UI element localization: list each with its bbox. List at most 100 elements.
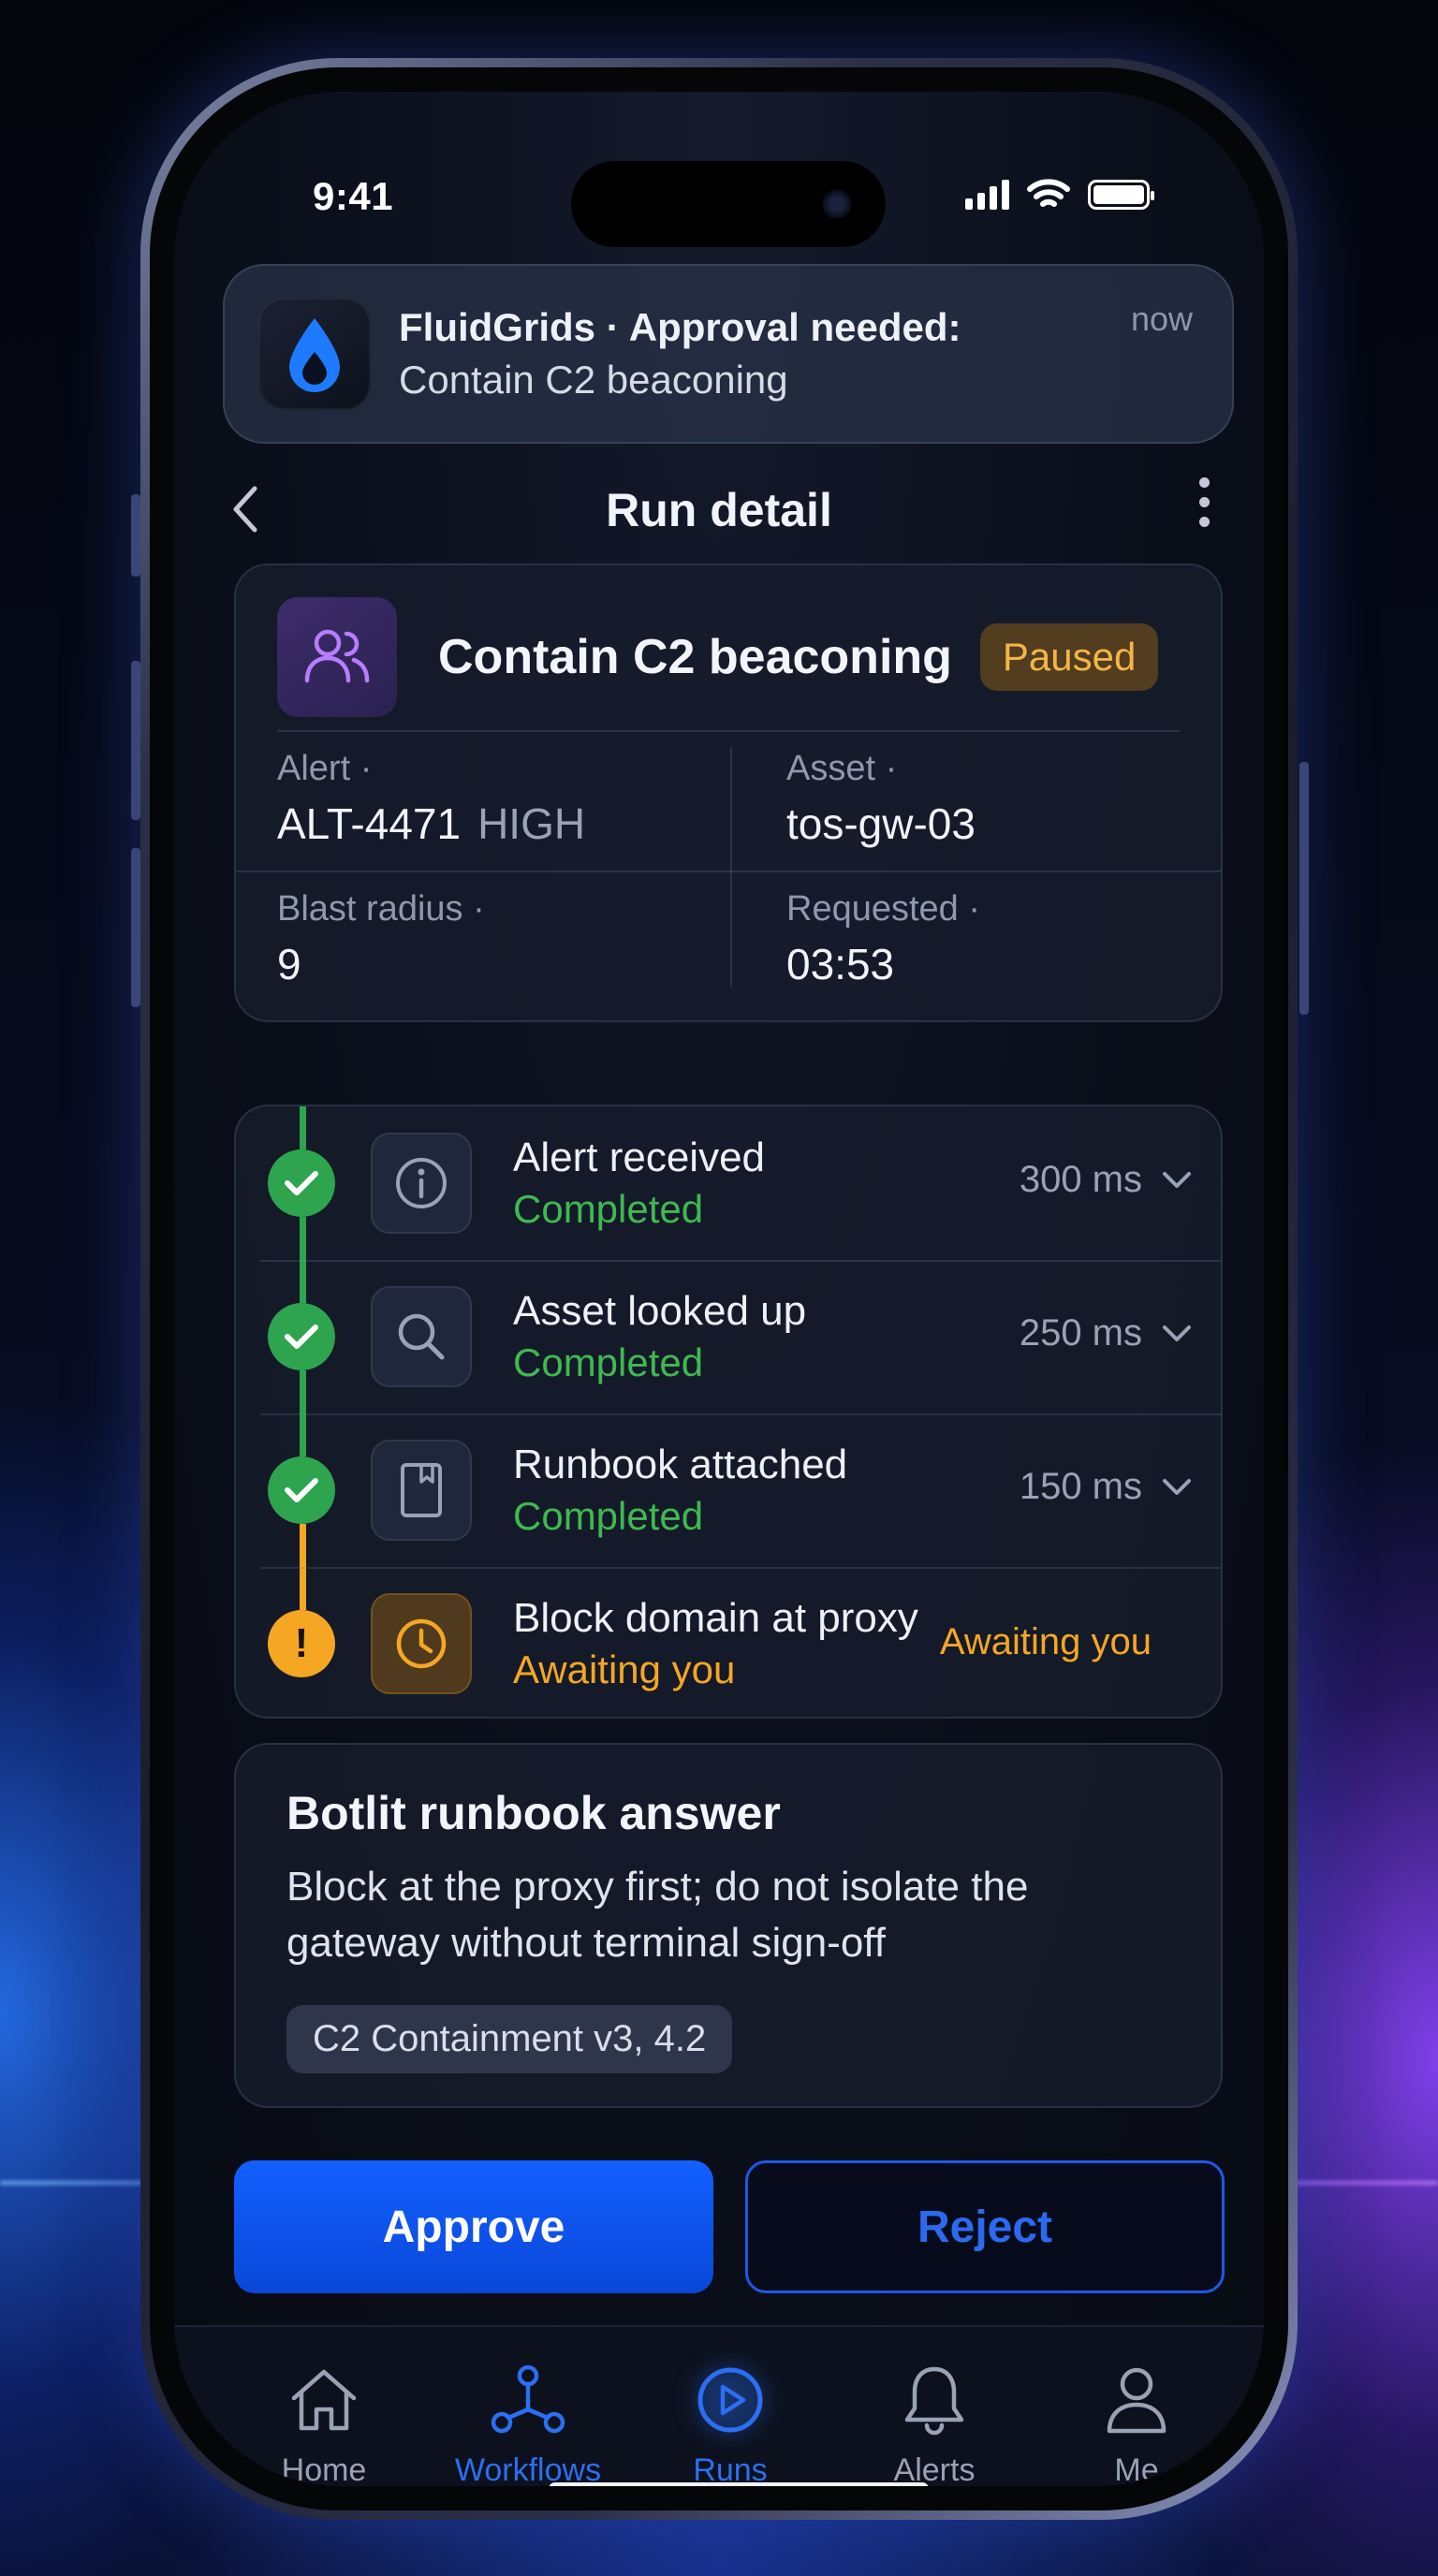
notification-time: now — [1130, 300, 1193, 338]
step-status: Completed — [513, 1187, 704, 1231]
play-icon — [637, 2361, 824, 2439]
step-name: Alert received — [513, 1134, 766, 1180]
tab-me[interactable]: Me — [1043, 2361, 1230, 2486]
check-icon — [268, 1149, 335, 1217]
step-duration-toggle[interactable]: 250 ms — [1020, 1312, 1193, 1354]
wifi-icon — [1027, 179, 1070, 207]
tab-label: Me — [1114, 2452, 1159, 2486]
requested-field: Requested · 03:53 — [786, 889, 980, 989]
person-icon — [1043, 2361, 1230, 2439]
droplet-icon — [289, 318, 340, 392]
step-row[interactable]: Runbook attached Completed 150 ms — [260, 1413, 1221, 1567]
check-icon — [268, 1456, 335, 1524]
tab-label: Workflows — [454, 2452, 602, 2486]
step-name: Runbook attached — [513, 1442, 848, 1487]
alert-value-row: ALT-4471 HIGH — [277, 798, 585, 849]
chevron-down-icon — [1163, 1325, 1191, 1341]
bell-icon — [841, 2361, 1028, 2439]
chevron-down-icon — [1163, 1171, 1191, 1188]
status-icons — [965, 178, 1154, 212]
chevron-down-icon — [1163, 1478, 1191, 1495]
book-icon — [371, 1440, 472, 1541]
phone-power-button — [1299, 762, 1309, 1015]
notification-title: FluidGrids · Approval needed: — [399, 305, 961, 349]
asset-field: Asset · tos-gw-03 — [786, 749, 976, 849]
phone-screen: 9:41 FluidGrids · Approval needed: Conta… — [174, 92, 1264, 2486]
check-icon — [268, 1303, 335, 1370]
asset-value: tos-gw-03 — [786, 799, 976, 848]
step-duration: 150 ms — [1019, 1466, 1142, 1507]
runbook-answer-card: Botlit runbook answer Block at the proxy… — [234, 1743, 1223, 2108]
status-badge: Paused — [979, 623, 1159, 691]
info-icon — [371, 1133, 472, 1234]
dynamic-island — [571, 161, 886, 247]
phone-frame: 9:41 FluidGrids · Approval needed: Conta… — [140, 58, 1298, 2520]
phone-volume-up — [131, 661, 140, 820]
more-dot — [1199, 497, 1210, 507]
step-duration: 250 ms — [1019, 1312, 1142, 1354]
cellular-signal-icon — [965, 180, 1009, 210]
runbook-citation-chip[interactable]: C2 Containment v3, 4.2 — [286, 2005, 733, 2073]
step-row[interactable]: Alert received Completed 300 ms — [260, 1106, 1221, 1260]
nav-bar: Run detail — [174, 476, 1264, 550]
home-indicator[interactable] — [549, 2482, 929, 2486]
step-name: Block domain at proxy — [513, 1595, 918, 1641]
alert-field: Alert · ALT-4471 HIGH — [277, 749, 585, 849]
notification-body: Contain C2 beaconing — [399, 358, 788, 402]
page-title: Run detail — [606, 484, 832, 536]
run-title: Contain C2 beaconing — [438, 630, 952, 684]
tab-label: Home — [281, 2452, 367, 2486]
blast-radius-field: Blast radius · 9 — [277, 889, 485, 989]
blast-radius-value: 9 — [277, 940, 301, 988]
runbook-body: Block at the proxy first; do not isolate… — [286, 1864, 1029, 1966]
tab-workflows[interactable]: Workflows — [434, 2361, 622, 2486]
divider — [730, 747, 732, 987]
search-icon — [371, 1286, 472, 1387]
home-icon — [230, 2361, 418, 2439]
runbook-title: Botlit runbook answer — [286, 1787, 781, 1839]
requested-value: 03:53 — [786, 940, 895, 988]
tab-bar: Home Workflows Runs Alerts Me — [174, 2325, 1264, 2486]
camera — [822, 189, 852, 219]
notification-text: FluidGrids · Approval needed: Contain C2… — [399, 301, 1198, 406]
exclamation-icon: ! — [268, 1610, 335, 1677]
clock-icon — [371, 1593, 472, 1694]
tab-label: Runs — [693, 2452, 768, 2486]
notification-banner[interactable]: FluidGrids · Approval needed: Contain C2… — [223, 264, 1234, 444]
tab-runs[interactable]: Runs — [637, 2361, 824, 2486]
step-status: Awaiting you — [513, 1647, 736, 1691]
more-options-button[interactable] — [1199, 477, 1210, 527]
step-name: Asset looked up — [513, 1288, 807, 1334]
step-row[interactable]: Asset looked up Completed 250 ms — [260, 1260, 1221, 1413]
alert-id: ALT-4471 — [277, 799, 462, 848]
tab-home[interactable]: Home — [230, 2361, 418, 2486]
tab-label: Alerts — [893, 2452, 976, 2486]
blast-radius-label: Blast radius · — [277, 889, 485, 929]
step-awaiting-label: Awaiting you — [939, 1621, 1152, 1662]
step-duration-toggle[interactable]: 300 ms — [1020, 1159, 1193, 1201]
divider — [277, 730, 1180, 732]
step-status: Completed — [513, 1340, 704, 1384]
more-dot — [1199, 477, 1210, 488]
tab-alerts[interactable]: Alerts — [841, 2361, 1028, 2486]
requested-label: Requested · — [786, 889, 981, 929]
step-status: Completed — [513, 1494, 704, 1538]
workflow-icon — [434, 2361, 622, 2439]
battery-icon — [1088, 180, 1154, 210]
step-duration: 300 ms — [1019, 1159, 1142, 1200]
status-time: 9:41 — [313, 174, 394, 218]
approve-button[interactable]: Approve — [234, 2160, 713, 2293]
users-icon — [277, 597, 397, 717]
alert-severity: HIGH — [477, 799, 586, 848]
step-row[interactable]: ! Block domain at proxy Awaiting you Awa… — [260, 1567, 1221, 1720]
asset-label: Asset · — [786, 749, 898, 788]
reject-button[interactable]: Reject — [745, 2160, 1225, 2293]
divider — [236, 871, 1221, 872]
phone-bezel: 9:41 FluidGrids · Approval needed: Conta… — [150, 67, 1288, 2510]
alert-label: Alert · — [277, 749, 373, 788]
run-summary-card: Contain C2 beaconing Paused Alert · ALT-… — [234, 564, 1223, 1022]
fluidgrids-app-icon — [258, 298, 371, 410]
step-duration-toggle[interactable]: 150 ms — [1020, 1466, 1193, 1508]
steps-timeline-card: Alert received Completed 300 ms Asset lo… — [234, 1105, 1223, 1719]
phone-volume-down — [131, 848, 140, 1007]
